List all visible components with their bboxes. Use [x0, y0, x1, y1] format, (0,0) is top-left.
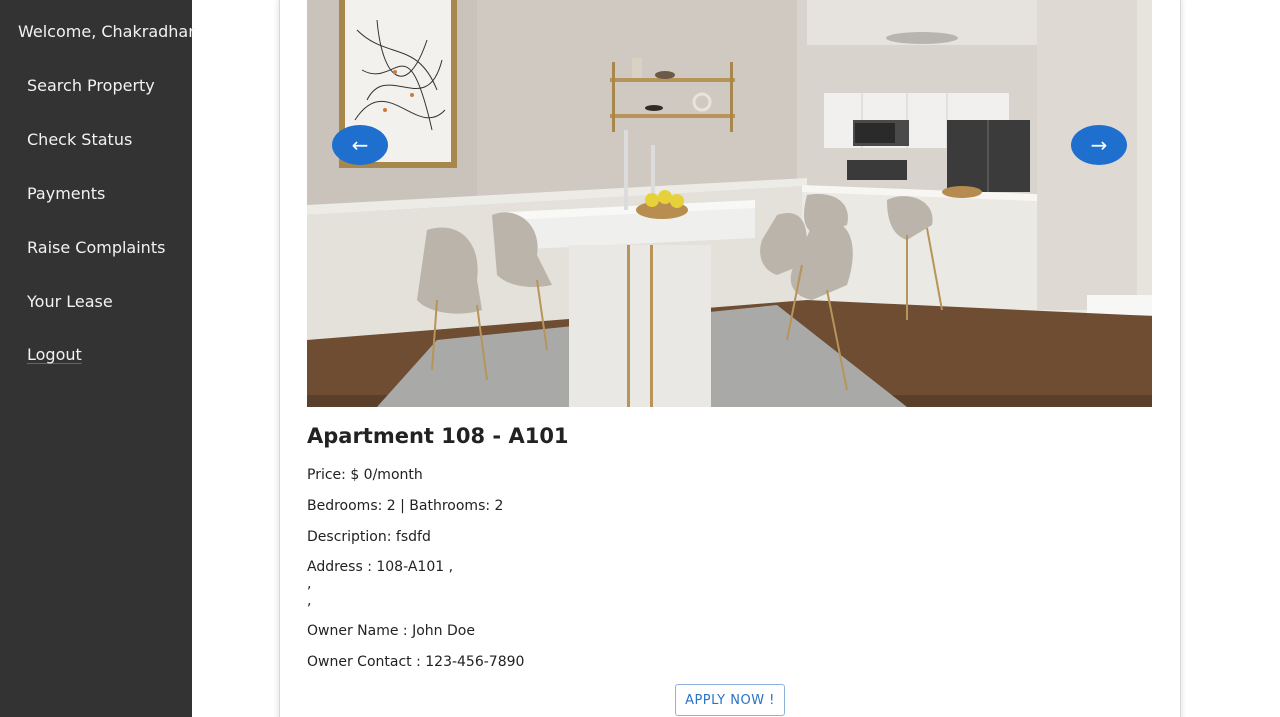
sidebar: Welcome, Chakradhar Search Property Chec…	[0, 0, 195, 717]
property-address: Address : 108-A101 ,	[307, 559, 454, 575]
property-price: Price: $ 0/month	[307, 467, 423, 483]
sidebar-item-logout[interactable]: Logout	[27, 345, 82, 364]
owner-contact: Owner Contact : 123-456-7890	[307, 654, 525, 670]
carousel-next-button[interactable]: →	[1071, 125, 1127, 165]
property-rooms: Bedrooms: 2 | Bathrooms: 2	[307, 498, 504, 514]
sidebar-item-raise-complaints[interactable]: Raise Complaints	[27, 238, 165, 257]
carousel-prev-button[interactable]: ←	[332, 125, 388, 165]
address-line-2: ,	[307, 576, 312, 592]
sidebar-item-search-property[interactable]: Search Property	[27, 76, 155, 95]
sidebar-item-check-status[interactable]: Check Status	[27, 130, 132, 149]
sidebar-item-payments[interactable]: Payments	[27, 184, 105, 203]
property-title: Apartment 108 - A101	[307, 424, 569, 448]
address-line-3: ,	[307, 593, 312, 609]
property-description: Description: fsdfd	[307, 529, 431, 545]
apply-now-button[interactable]: APPLY NOW !	[675, 684, 785, 716]
apartment-interior-photo	[307, 0, 1152, 407]
owner-name: Owner Name : John Doe	[307, 623, 475, 639]
sidebar-item-your-lease[interactable]: Your Lease	[27, 292, 113, 311]
welcome-text: Welcome, Chakradhar	[18, 22, 195, 41]
property-photo-carousel	[307, 0, 1152, 407]
